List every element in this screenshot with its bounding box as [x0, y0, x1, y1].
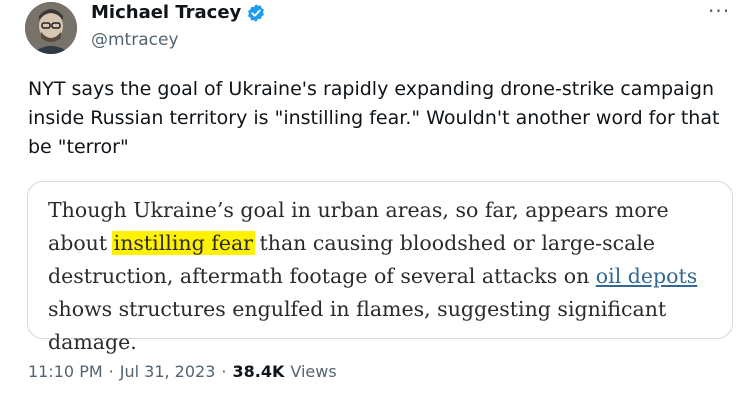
quote-highlight: instilling fear: [111, 231, 255, 255]
verified-badge-icon: [246, 3, 266, 23]
more-options-icon[interactable]: ···: [708, 1, 730, 21]
quote-text-part3: shows structures engulfed in flames, sug…: [48, 297, 667, 354]
meta-separator: ·: [221, 362, 227, 381]
tweet-date[interactable]: Jul 31, 2023: [120, 362, 216, 381]
tweet-meta: 11:10 PM · Jul 31, 2023 · 38.4K Views: [28, 362, 337, 381]
views-count: 38.4K: [232, 362, 285, 381]
views-label: Views: [290, 362, 337, 381]
meta-separator: ·: [108, 362, 114, 381]
tweet-time[interactable]: 11:10 PM: [28, 362, 103, 381]
author-handle[interactable]: @mtracey: [91, 30, 179, 50]
quote-text: Though Ukraine’s goal in urban areas, so…: [48, 194, 718, 359]
tweet-text: NYT says the goal of Ukraine's rapidly e…: [28, 78, 726, 158]
author-name[interactable]: Michael Tracey: [91, 2, 241, 23]
avatar[interactable]: [25, 2, 77, 54]
quote-card[interactable]: Though Ukraine’s goal in urban areas, so…: [27, 181, 733, 354]
avatar-image: [25, 2, 77, 54]
oil-depots-link[interactable]: oil depots: [596, 264, 697, 288]
author-name-row[interactable]: Michael Tracey: [91, 2, 266, 23]
